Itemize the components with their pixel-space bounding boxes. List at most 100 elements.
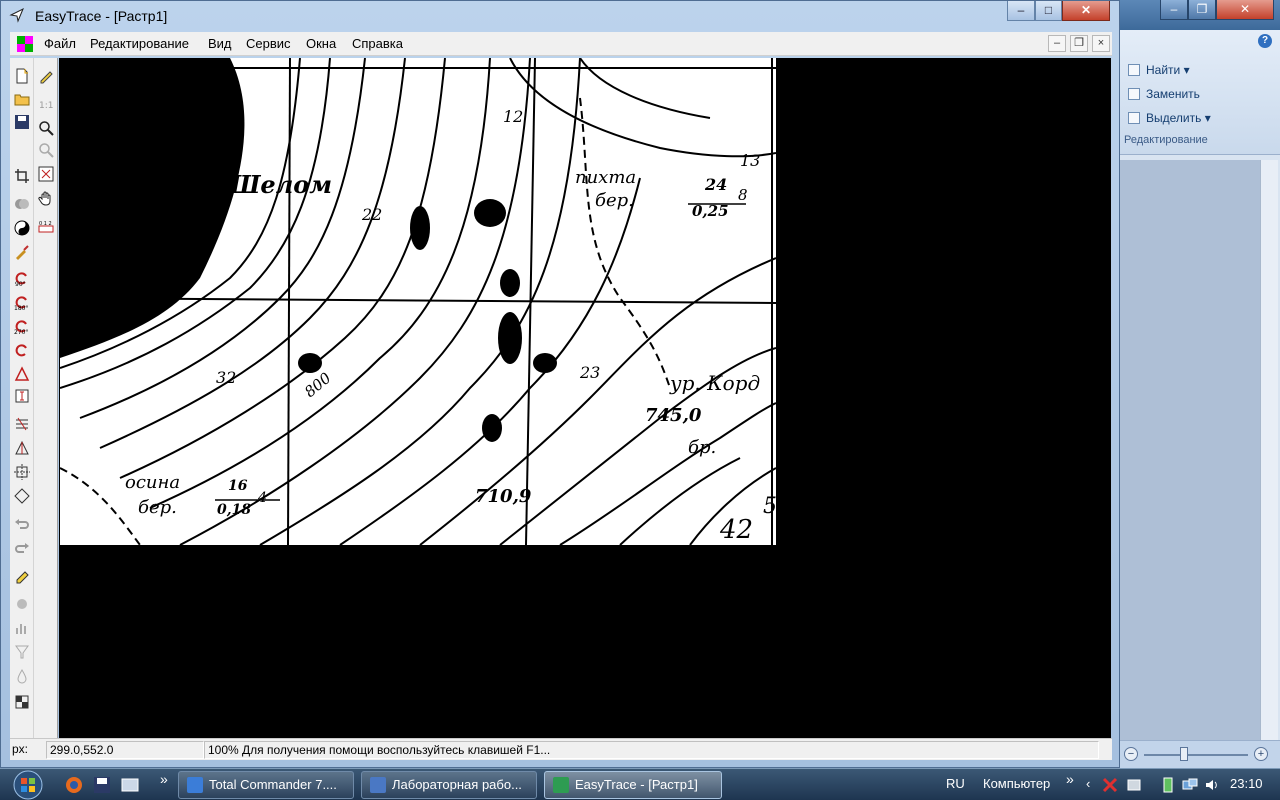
find-button[interactable]: Найти ▾	[1128, 60, 1190, 80]
map-label: 23	[579, 363, 600, 382]
language-indicator[interactable]: RU	[946, 776, 965, 791]
select-button[interactable]: Выделить ▾	[1128, 108, 1211, 128]
save-button[interactable]	[12, 112, 32, 132]
skew-button[interactable]	[12, 414, 32, 434]
invert-button[interactable]	[12, 218, 32, 238]
svg-text:0 1 2: 0 1 2	[39, 221, 52, 227]
menubar: Файл Редактирование Вид Сервис Окна Спра…	[10, 32, 1112, 56]
pan-button[interactable]	[36, 188, 56, 208]
raster-map[interactable]: Шелом пихта бер. 24 0,25 8 13 12 22 32 8…	[59, 58, 777, 546]
open-file-button[interactable]	[12, 89, 32, 109]
mdi-restore-button[interactable]: ❐	[1070, 35, 1088, 52]
map-label: 745,0	[645, 405, 702, 426]
eraser-button[interactable]	[12, 566, 32, 586]
word-scrollbar[interactable]	[1260, 160, 1278, 740]
document-icon[interactable]	[17, 36, 33, 52]
taskbar-item-total-commander[interactable]: Total Commander 7....	[178, 771, 354, 799]
window-switch-icon[interactable]	[120, 775, 140, 795]
word-restore-button[interactable]: ❐	[1188, 0, 1216, 20]
transform-button[interactable]	[12, 438, 32, 458]
map-label: 13	[740, 151, 760, 170]
tool-a-button[interactable]	[12, 594, 32, 614]
mdi-close-button[interactable]: ×	[1092, 35, 1110, 52]
zoom-out-button[interactable]: −	[1124, 747, 1138, 761]
main-toolbar: 90° 180° 270°	[10, 58, 34, 738]
zoom-in-button[interactable]: +	[1254, 747, 1268, 761]
layers-button[interactable]	[12, 194, 32, 214]
help-icon[interactable]: ?	[1258, 34, 1272, 48]
resize-button[interactable]	[12, 462, 32, 482]
ruler-button[interactable]: 0 1 2	[36, 216, 56, 236]
computer-toolbar[interactable]: Компьютер	[983, 776, 1050, 791]
volume-icon[interactable]	[1204, 777, 1220, 793]
rotate-90-button[interactable]: 90°	[12, 268, 32, 288]
menu-file[interactable]: Файл	[44, 36, 76, 51]
rotate-180-button[interactable]: 180°	[12, 292, 32, 312]
menu-view[interactable]: Вид	[208, 36, 232, 51]
start-button[interactable]	[6, 769, 50, 800]
show-hidden-icons[interactable]: ‹	[1086, 776, 1090, 791]
svg-text:1:1: 1:1	[39, 101, 53, 111]
triangle-button[interactable]	[12, 364, 32, 384]
histogram-button[interactable]	[12, 618, 32, 638]
network-icon[interactable]	[1182, 777, 1198, 793]
minimize-button[interactable]: ‒	[1007, 1, 1035, 21]
device-icon[interactable]	[1126, 777, 1142, 793]
new-file-button[interactable]	[12, 66, 32, 86]
crop-button[interactable]	[12, 166, 32, 186]
map-label: 22	[361, 205, 382, 224]
toolbar-overflow[interactable]: »	[1066, 771, 1074, 787]
pencil-button[interactable]	[36, 66, 56, 86]
floppy-quick-icon[interactable]	[92, 775, 112, 795]
close-button[interactable]: ✕	[1062, 1, 1110, 21]
svg-text:90°: 90°	[15, 281, 26, 286]
firefox-icon[interactable]	[64, 775, 84, 795]
zoom-track[interactable]	[1144, 754, 1248, 756]
replace-button[interactable]: Заменить	[1128, 84, 1200, 104]
drop-icon	[17, 669, 27, 684]
fit-icon	[14, 488, 30, 504]
mdi-minimize-button[interactable]: –	[1048, 35, 1066, 52]
maximize-button[interactable]: □	[1035, 1, 1062, 21]
map-label: 710,9	[475, 486, 532, 507]
quicklaunch-overflow[interactable]: »	[160, 771, 168, 787]
taskbar-item-easytrace[interactable]: EasyTrace - [Растр1]	[544, 771, 722, 799]
undo-button[interactable]	[12, 514, 32, 534]
taskbar-item-word[interactable]: Лабораторная рабо...	[361, 771, 537, 799]
map-label: пихта	[575, 167, 636, 188]
cursor-icon	[1128, 112, 1140, 124]
drop-button[interactable]	[12, 666, 32, 686]
menu-windows[interactable]: Окна	[306, 36, 336, 51]
brush-icon	[16, 245, 29, 260]
word-minimize-button[interactable]: ‒	[1160, 0, 1188, 20]
clock[interactable]: 23:10	[1230, 776, 1263, 791]
canvas-area[interactable]: Шелом пихта бер. 24 0,25 8 13 12 22 32 8…	[59, 58, 1111, 738]
zoom-out-map-button[interactable]	[36, 140, 56, 160]
zoom-button[interactable]	[36, 118, 56, 138]
redo-button[interactable]	[12, 538, 32, 558]
rotate-270-button[interactable]: 270°	[12, 316, 32, 336]
grid-button[interactable]	[12, 692, 32, 712]
magnifier-minus-icon	[39, 143, 54, 158]
new-file-icon	[16, 68, 28, 84]
svg-text:180°: 180°	[14, 305, 28, 310]
map-label: бр.	[688, 437, 716, 458]
fit-button[interactable]	[12, 486, 32, 506]
zoom-1-1-button[interactable]: 1:1	[36, 94, 56, 114]
funnel-button[interactable]	[12, 642, 32, 662]
battery-icon[interactable]	[1160, 777, 1176, 793]
rotate-free-button[interactable]	[12, 340, 32, 360]
rotate-free-icon	[15, 344, 27, 357]
menu-help[interactable]: Справка	[352, 36, 403, 51]
word-close-button[interactable]: ✕	[1216, 0, 1274, 20]
menu-edit[interactable]: Редактирование	[90, 36, 189, 51]
map-label: осина	[125, 472, 180, 493]
fit-window-button[interactable]	[36, 164, 56, 184]
menu-service[interactable]: Сервис	[246, 36, 291, 51]
zoom-slider[interactable]	[1180, 747, 1188, 761]
text-frame-button[interactable]	[12, 386, 32, 406]
filter-button[interactable]	[12, 242, 32, 262]
crop-icon	[15, 169, 29, 183]
antivirus-icon[interactable]	[1102, 777, 1118, 793]
text-frame-icon	[15, 389, 29, 403]
